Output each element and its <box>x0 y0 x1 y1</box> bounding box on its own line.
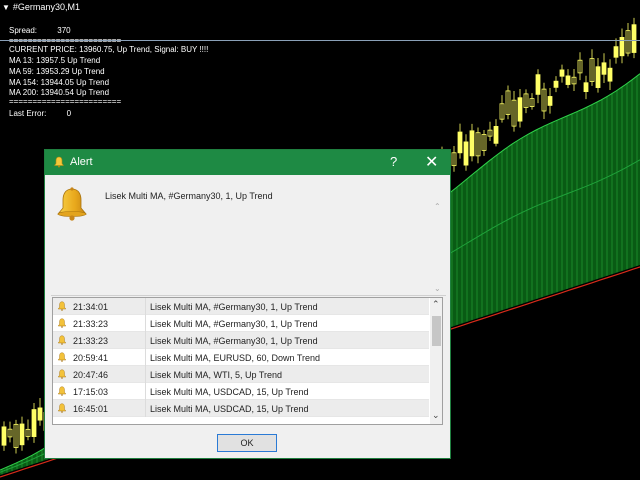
bell-icon <box>57 318 67 328</box>
alert-time: 17:15:03 <box>73 387 109 397</box>
alert-time: 21:33:23 <box>73 336 109 346</box>
candle-body <box>553 80 559 88</box>
scroll-down-icon[interactable]: ⌄ <box>434 284 441 293</box>
scroll-up-icon[interactable]: ⌃ <box>432 299 440 310</box>
candle-body <box>37 407 43 421</box>
separator-bottom: ======================== <box>9 97 122 106</box>
candle-body <box>493 126 499 144</box>
column-divider <box>145 400 146 417</box>
alert-text: Lisek Multi MA, EURUSD, 60, Down Trend <box>150 353 321 363</box>
column-divider <box>145 315 146 332</box>
candle-body <box>595 66 601 88</box>
collapse-triangle-icon[interactable]: ▼ <box>2 3 10 12</box>
alert-time: 20:47:46 <box>73 370 109 380</box>
column-divider <box>145 366 146 383</box>
alert-time: 21:33:23 <box>73 319 109 329</box>
ma13-line: MA 13: 13957.5 Up Trend <box>9 56 101 65</box>
last-error-label: Last Error: <box>9 109 47 118</box>
list-scrollbar[interactable]: ⌃ ⌄ <box>430 298 442 424</box>
alert-time: 20:59:41 <box>73 353 109 363</box>
bell-icon <box>57 352 67 362</box>
candle-body <box>583 82 589 93</box>
alert-time: 21:34:01 <box>73 302 109 312</box>
alert-bell-icon <box>57 187 87 221</box>
price-line <box>0 40 640 41</box>
column-divider <box>145 383 146 400</box>
alert-history-list: 21:34:01 Lisek Multi MA, #Germany30, 1, U… <box>52 297 443 425</box>
ok-button[interactable]: OK <box>217 434 277 452</box>
ma59-line: MA 59: 13953.29 Up Trend <box>9 67 105 76</box>
close-button[interactable]: ✕ <box>425 152 438 172</box>
spread-line: Spread: 370 <box>9 26 71 35</box>
candle-body <box>19 423 25 446</box>
alert-text: Lisek Multi MA, WTI, 5, Up Trend <box>150 370 283 380</box>
candle-body <box>547 96 553 106</box>
candle-body <box>469 130 475 157</box>
list-item[interactable]: 20:47:46 Lisek Multi MA, WTI, 5, Up Trend <box>53 366 429 383</box>
alert-text: Lisek Multi MA, #Germany30, 1, Up Trend <box>150 302 318 312</box>
last-error-value: 0 <box>66 109 72 118</box>
column-divider <box>145 349 146 366</box>
spread-value: 370 <box>57 26 71 35</box>
spread-label: Spread: <box>9 26 38 35</box>
help-button[interactable]: ? <box>390 154 397 169</box>
list-item[interactable]: 17:15:03 Lisek Multi MA, USDCAD, 15, Up T… <box>53 383 429 400</box>
candle-body <box>631 24 637 53</box>
list-item[interactable]: 21:33:23 Lisek Multi MA, #Germany30, 1, U… <box>53 332 429 349</box>
alert-text: Lisek Multi MA, USDCAD, 15, Up Trend <box>150 404 309 414</box>
alert-dialog: Alert ? ✕ Lisek Multi MA, #Germany30, 1,… <box>44 149 451 459</box>
scroll-down-icon[interactable]: ⌄ <box>432 410 440 421</box>
alert-text: Lisek Multi MA, USDCAD, 15, Up Trend <box>150 387 309 397</box>
alert-text: Lisek Multi MA, #Germany30, 1, Up Trend <box>150 336 318 346</box>
scroll-up-icon[interactable]: ⌃ <box>434 202 441 211</box>
bell-icon <box>53 156 65 168</box>
column-divider <box>145 332 146 349</box>
list-item[interactable]: 16:45:01 Lisek Multi MA, USDCAD, 15, Up T… <box>53 400 429 417</box>
bell-icon <box>57 335 67 345</box>
candle-body <box>1 426 7 446</box>
ma200-line: MA 200: 13940.54 Up Trend <box>9 88 110 97</box>
candle-body <box>565 75 571 85</box>
list-item[interactable]: 21:34:01 Lisek Multi MA, #Germany30, 1, U… <box>53 298 429 315</box>
dialog-title: Alert <box>70 156 93 168</box>
divider <box>51 295 446 296</box>
alert-text: Lisek Multi MA, #Germany30, 1, Up Trend <box>150 319 318 329</box>
message-area: Lisek Multi MA, #Germany30, 1, Up Trend … <box>51 180 444 293</box>
candle-body <box>613 46 619 58</box>
current-price-line: CURRENT PRICE: 13960.75, Up Trend, Signa… <box>9 45 209 54</box>
alert-message: Lisek Multi MA, #Germany30, 1, Up Trend <box>105 191 273 201</box>
dialog-titlebar[interactable]: Alert ? ✕ <box>45 150 450 175</box>
list-item[interactable]: 21:33:23 Lisek Multi MA, #Germany30, 1, U… <box>53 315 429 332</box>
candle-body <box>535 74 541 95</box>
alert-time: 16:45:01 <box>73 404 109 414</box>
ma154-line: MA 154: 13944.05 Up Trend <box>9 78 110 87</box>
message-scrollbar[interactable]: ⌃ ⌄ <box>434 188 444 293</box>
candle-body <box>601 62 607 75</box>
candle-body <box>463 141 469 166</box>
column-divider <box>145 298 146 315</box>
candle-body <box>517 97 523 122</box>
candle-body <box>607 67 613 82</box>
scroll-thumb[interactable] <box>432 316 441 346</box>
bell-icon <box>57 301 67 311</box>
bell-icon <box>57 369 67 379</box>
candle-body <box>559 69 565 77</box>
list-item[interactable]: 20:59:41 Lisek Multi MA, EURUSD, 60, Down… <box>53 349 429 366</box>
last-error-line: Last Error: 0 <box>9 109 71 118</box>
candle-body <box>457 131 463 154</box>
chart-symbol-title: ▼ #Germany30,M1 <box>2 2 80 12</box>
bell-icon <box>57 386 67 396</box>
candle-body <box>31 409 37 437</box>
bell-icon <box>57 403 67 413</box>
